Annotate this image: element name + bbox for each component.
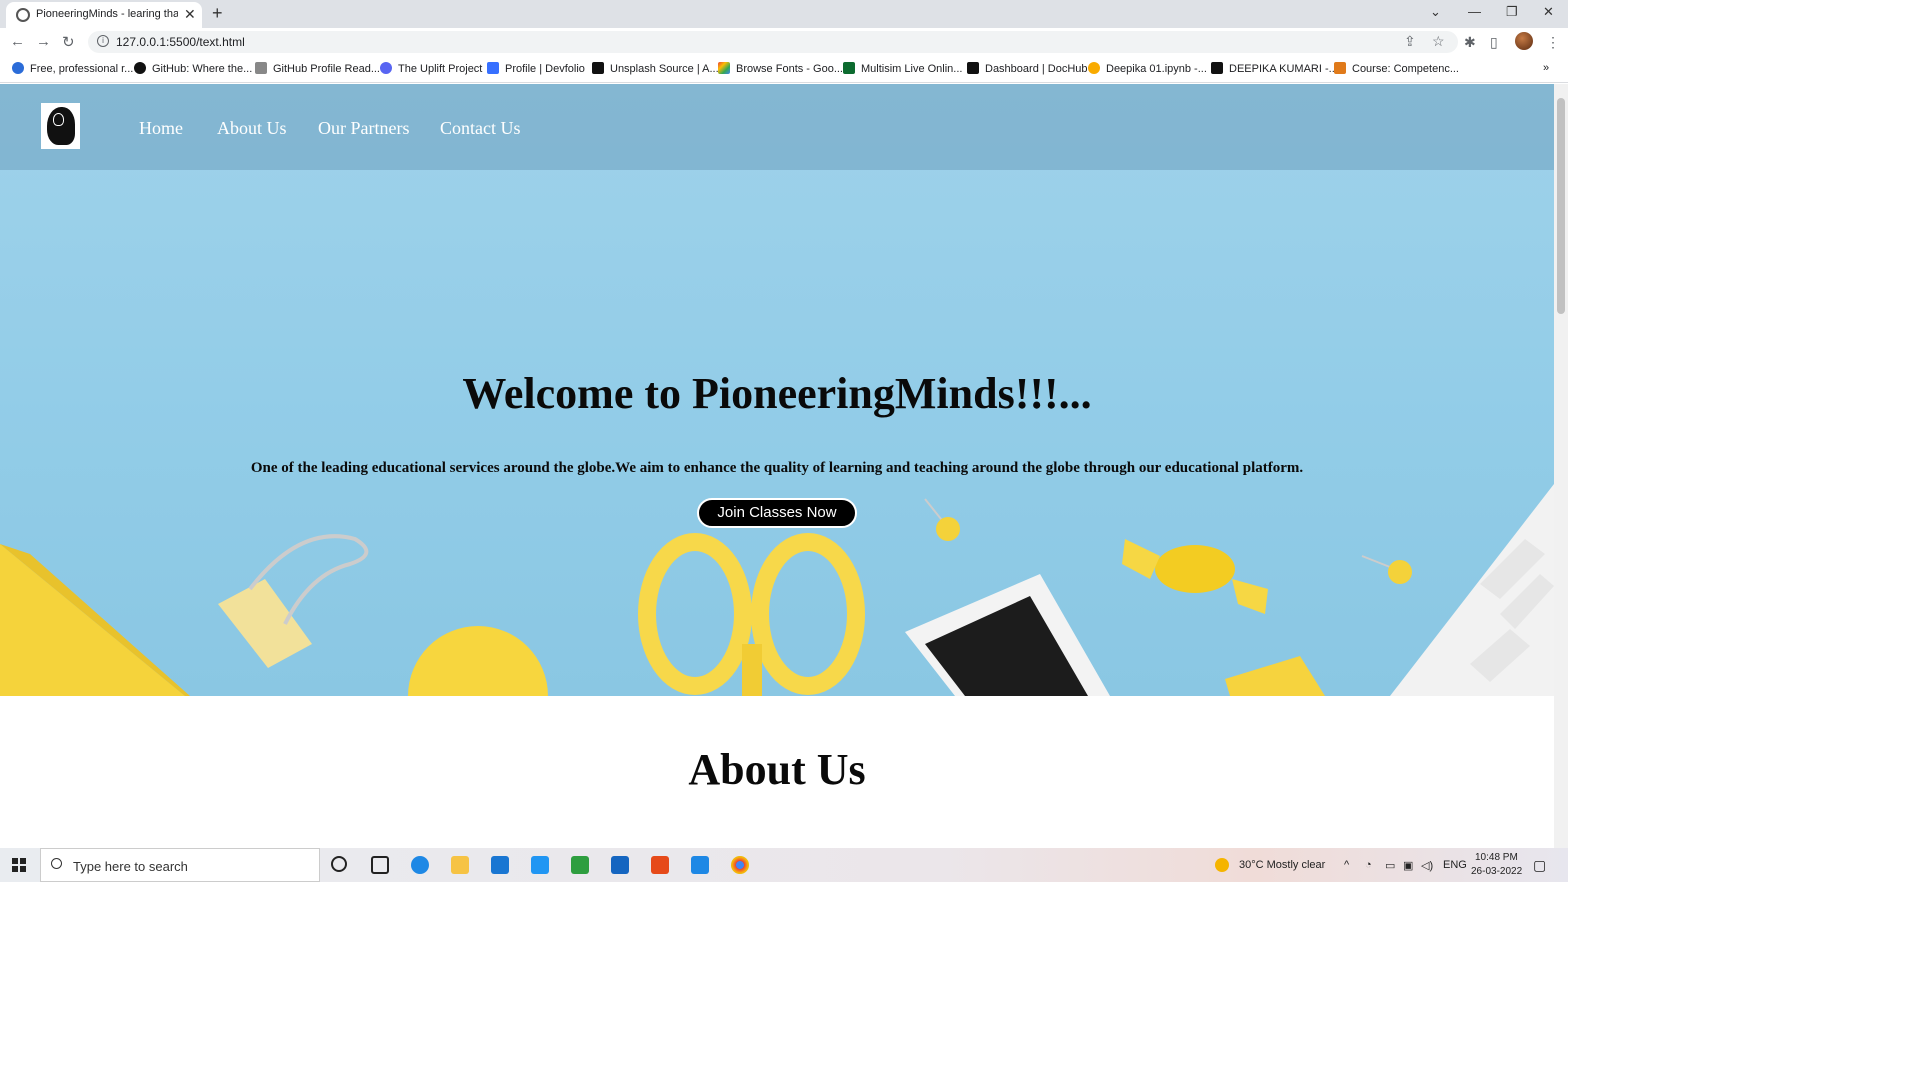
windows-start-icon[interactable] <box>12 858 26 872</box>
forward-button[interactable]: → <box>36 33 51 50</box>
network-icon[interactable]: ◔ <box>1365 859 1372 871</box>
discord-icon <box>380 62 392 74</box>
store-icon[interactable] <box>611 856 629 874</box>
notifications-icon[interactable]: ▢ <box>1533 857 1546 874</box>
cortana-icon[interactable] <box>331 856 347 872</box>
search-placeholder: Type here to search <box>73 859 188 874</box>
site-navbar: Home About Us Our Partners Contact Us <box>0 84 1554 170</box>
tab-title: PioneeringMinds - learing that in <box>36 8 178 20</box>
github-icon <box>134 62 146 74</box>
close-tab-icon[interactable]: ✕ <box>184 6 196 23</box>
chrome-icon[interactable] <box>731 856 749 874</box>
globe-icon <box>16 8 30 22</box>
edge-icon[interactable] <box>411 856 429 874</box>
bookmark-item[interactable]: Profile | Devfolio <box>487 62 585 75</box>
xbox-icon[interactable] <box>571 856 589 874</box>
url-text: 127.0.0.1:5500/text.html <box>116 35 245 49</box>
vscode-icon[interactable] <box>691 856 709 874</box>
minimize-button[interactable]: — <box>1468 4 1481 19</box>
bookmark-item[interactable]: GitHub: Where the... <box>134 62 252 75</box>
bookmark-item[interactable]: Dashboard | DocHub <box>967 62 1088 75</box>
bookmark-item[interactable]: Browse Fonts - Goo... <box>718 62 843 75</box>
bookmarks-bar: Free, professional r... GitHub: Where th… <box>0 56 1568 83</box>
colab-icon <box>1088 62 1100 74</box>
weather-status[interactable]: 30°C Mostly clear <box>1239 859 1325 871</box>
bookmark-item[interactable]: Deepika 01.ipynb -... <box>1088 62 1207 75</box>
hero-subtitle: One of the leading educational services … <box>250 460 1304 476</box>
new-tab-button[interactable]: + <box>212 3 223 24</box>
bookmark-star-icon[interactable]: ☆ <box>1432 33 1445 50</box>
unsplash-icon <box>592 62 604 74</box>
taskbar-search-input[interactable]: Type here to search <box>40 848 320 882</box>
clock-time[interactable]: 10:48 PM <box>1475 852 1518 863</box>
nav-home[interactable]: Home <box>139 118 183 139</box>
multisim-icon <box>843 62 855 74</box>
nav-our-partners[interactable]: Our Partners <box>318 118 409 139</box>
devfolio-icon <box>487 62 499 74</box>
volume-icon[interactable]: ◁) <box>1421 859 1433 872</box>
reload-button[interactable]: ↻ <box>62 33 75 51</box>
nav-about-us[interactable]: About Us <box>217 118 287 139</box>
url-input[interactable]: i 127.0.0.1:5500/text.html ⇪ ☆ <box>88 31 1458 53</box>
about-us-heading: About Us <box>688 745 866 794</box>
lightbulb-icon <box>53 113 64 126</box>
weather-moon-icon <box>1215 858 1229 872</box>
moodle-icon <box>1334 62 1346 74</box>
canva-icon <box>12 62 24 74</box>
hackerrank-icon <box>1211 62 1223 74</box>
windows-taskbar: Type here to search 30°C Mostly clear ^ … <box>0 848 1568 882</box>
back-button[interactable]: ← <box>10 33 25 50</box>
mail-icon[interactable] <box>491 856 509 874</box>
display-icon[interactable]: ▣ <box>1403 859 1413 872</box>
nav-contact-us[interactable]: Contact Us <box>440 118 521 139</box>
web-page: Home About Us Our Partners Contact Us We… <box>0 84 1554 848</box>
battery-icon[interactable]: ▭ <box>1385 859 1395 872</box>
task-view-icon[interactable] <box>371 856 389 874</box>
bookmark-item[interactable]: DEEPIKA KUMARI -... <box>1211 62 1338 75</box>
dochub-icon <box>967 62 979 74</box>
bookmark-item[interactable]: Course: Competenc... <box>1334 62 1459 75</box>
search-icon <box>51 858 62 869</box>
share-icon[interactable]: ⇪ <box>1404 33 1416 50</box>
bookmark-item[interactable]: The Uplift Project <box>380 62 482 75</box>
bookmark-item[interactable]: Free, professional r... <box>12 62 133 75</box>
profile-avatar[interactable] <box>1515 32 1533 50</box>
bookmark-item[interactable]: Multisim Live Onlin... <box>843 62 962 75</box>
profile-readme-icon <box>255 62 267 74</box>
tab-search-icon[interactable]: ⌄ <box>1430 4 1441 20</box>
hero-section: Home About Us Our Partners Contact Us We… <box>0 84 1554 696</box>
tray-chevron-icon[interactable]: ^ <box>1344 859 1349 871</box>
browser-tab[interactable]: PioneeringMinds - learing that in ✕ <box>6 2 202 28</box>
extensions-icon[interactable]: ✱ <box>1464 34 1476 51</box>
site-info-icon[interactable]: i <box>97 35 109 47</box>
bookmark-item[interactable]: Unsplash Source | A... <box>592 62 719 75</box>
browser-tab-strip: PioneeringMinds - learing that in ✕ + ⌄ … <box>0 0 1568 28</box>
site-logo[interactable] <box>41 103 80 149</box>
restore-button[interactable]: ❐ <box>1506 4 1518 20</box>
address-toolbar: ← → ↻ i 127.0.0.1:5500/text.html ⇪ ☆ ✱ ▯… <box>0 28 1568 56</box>
scrollbar-thumb[interactable] <box>1557 98 1565 314</box>
google-fonts-icon <box>718 62 730 74</box>
clock-date[interactable]: 26-03-2022 <box>1471 866 1522 877</box>
join-classes-button[interactable]: Join Classes Now <box>697 498 857 528</box>
bookmarks-overflow-icon[interactable]: » <box>1543 62 1549 74</box>
side-panel-icon[interactable]: ▯ <box>1490 34 1498 51</box>
hero-title: Welcome to PioneeringMinds!!!... <box>462 369 1092 418</box>
head-silhouette-icon <box>47 107 75 145</box>
menu-kebab-icon[interactable]: ⋮ <box>1546 34 1560 51</box>
language-indicator[interactable]: ENG <box>1443 859 1467 871</box>
learning-app-icon[interactable] <box>531 856 549 874</box>
close-window-button[interactable]: ✕ <box>1543 4 1554 20</box>
bookmark-item[interactable]: GitHub Profile Read... <box>255 62 380 75</box>
page-scrollbar[interactable] <box>1554 84 1568 848</box>
office-icon[interactable] <box>651 856 669 874</box>
file-explorer-icon[interactable] <box>451 856 469 874</box>
